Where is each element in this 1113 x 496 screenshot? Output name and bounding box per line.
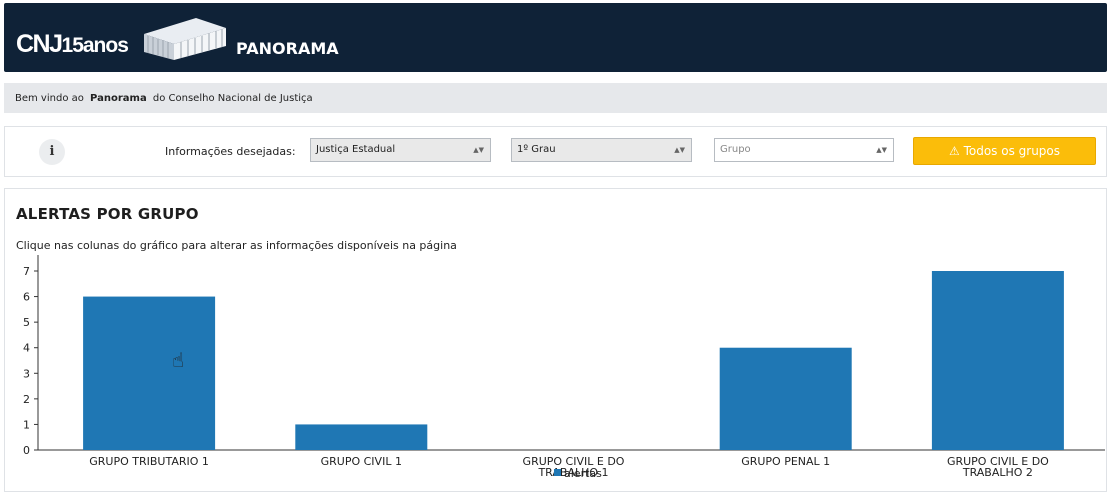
y-tick-label: 4 [23,342,30,355]
welcome-suffix: do Conselho Nacional de Justiça [152,93,313,104]
alerts-bar-chart[interactable]: 0 1 2 3 4 5 6 7 GRUPO TRIBUTARIO 1 GRUPO CIVIL 1 G… [5,189,1106,491]
bar-4[interactable] [719,347,852,450]
hand-cursor-icon: ☝ [172,348,185,372]
x-tick-label: GRUPO TRIBUTARIO 1 [89,455,209,468]
grau-select-value: 1º Grau [517,144,556,155]
legend-label: alertas [564,467,602,480]
grau-select[interactable]: 1º Grau ▲▼ [511,138,692,162]
welcome-app-name: Panorama [90,93,147,104]
filters-label: Informações desejadas: [165,145,296,158]
x-tick-label: GRUPO PENAL 1 [741,455,830,468]
info-icon[interactable]: i [39,139,65,165]
legend-swatch [554,469,561,476]
y-tick-label: 6 [23,291,30,304]
x-tick-label: GRUPO CIVIL 1 [321,455,402,468]
all-groups-button[interactable]: ⚠ Todos os grupos [913,137,1096,165]
caret-down-icon: ▲▼ [473,146,484,154]
bar-5[interactable] [931,271,1064,450]
top-navbar: CNJ15anos PANORAMA [4,3,1107,72]
y-tick-label: 2 [23,393,30,406]
welcome-bar: Bem vindo ao Panorama do Conselho Nacion… [4,83,1107,113]
y-tick-label: 5 [23,316,30,329]
bar-2[interactable] [295,424,428,450]
justica-select[interactable]: Justiça Estadual ▲▼ [310,138,491,162]
x-tick-label: GRUPO CIVIL E DO TRABALHO 2 [947,455,1049,479]
app-title: PANORAMA [236,39,339,58]
logo-text: CNJ [16,30,63,58]
welcome-prefix: Bem vindo ao [15,93,84,104]
warning-icon: ⚠ [948,144,960,158]
all-groups-label: Todos os grupos [963,144,1061,158]
justica-select-value: Justiça Estadual [316,144,396,155]
cnj-logo[interactable]: CNJ15anos [16,29,129,61]
courthouse-icon [144,18,226,60]
caret-down-icon: ▲▼ [876,146,887,154]
bar-1[interactable] [83,296,216,450]
grupo-select[interactable]: Grupo ▲▼ [714,138,894,162]
caret-down-icon: ▲▼ [674,146,685,154]
y-tick-label: 0 [23,444,30,457]
y-tick-label: 1 [23,418,30,431]
filters-bar: i Informações desejadas: Justiça Estadua… [4,126,1107,177]
logo-anniversary: 15anos [61,34,129,57]
alerts-panel: ALERTAS POR GRUPO Clique nas colunas do … [4,188,1107,492]
grupo-select-placeholder: Grupo [720,144,751,155]
y-tick-label: 3 [23,367,30,380]
y-tick-label: 7 [23,265,30,278]
